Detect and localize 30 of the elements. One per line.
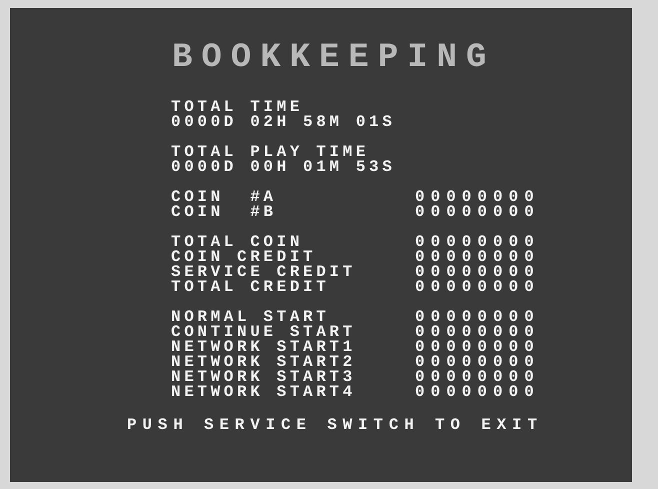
counter-value: 00000000 [415, 280, 540, 295]
counter-value: 00000000 [415, 310, 540, 325]
counter-value: 00000000 [415, 385, 540, 400]
counter-value: 00000000 [415, 325, 540, 340]
counter-label: CONTINUE START [171, 325, 357, 340]
stat-label: TOTAL TIME [171, 100, 304, 115]
counter-label: COIN #A [171, 190, 278, 205]
counter-value: 00000000 [415, 265, 540, 280]
stat-label: TOTAL PLAY TIME [171, 145, 370, 160]
counter-value: 00000000 [415, 250, 540, 265]
stat-value: 0000D 00H 01M 53S [171, 160, 396, 175]
screen-title: BOOKKEEPING [172, 38, 496, 78]
exit-instruction: PUSH SERVICE SWITCH TO EXIT [127, 415, 544, 435]
counter-label: NETWORK START2 [171, 355, 357, 370]
counter-label: NETWORK START3 [171, 370, 357, 385]
counter-label: TOTAL COIN [171, 235, 304, 250]
counter-value: 00000000 [415, 370, 540, 385]
stat-value: 0000D 02H 58M 01S [171, 115, 396, 130]
counter-value: 00000000 [415, 355, 540, 370]
counter-label: COIN CREDIT [171, 250, 316, 265]
counter-value: 00000000 [415, 190, 540, 205]
counter-label: COIN #B [171, 205, 278, 220]
counter-label: SERVICE CREDIT [171, 265, 357, 280]
counter-label: NETWORK START1 [171, 340, 357, 355]
counter-value: 00000000 [415, 235, 540, 250]
counter-value: 00000000 [415, 340, 540, 355]
counter-label: NORMAL START [171, 310, 330, 325]
counter-value: 00000000 [415, 205, 540, 220]
counter-label: NETWORK START4 [171, 385, 357, 400]
counter-label: TOTAL CREDIT [171, 280, 330, 295]
